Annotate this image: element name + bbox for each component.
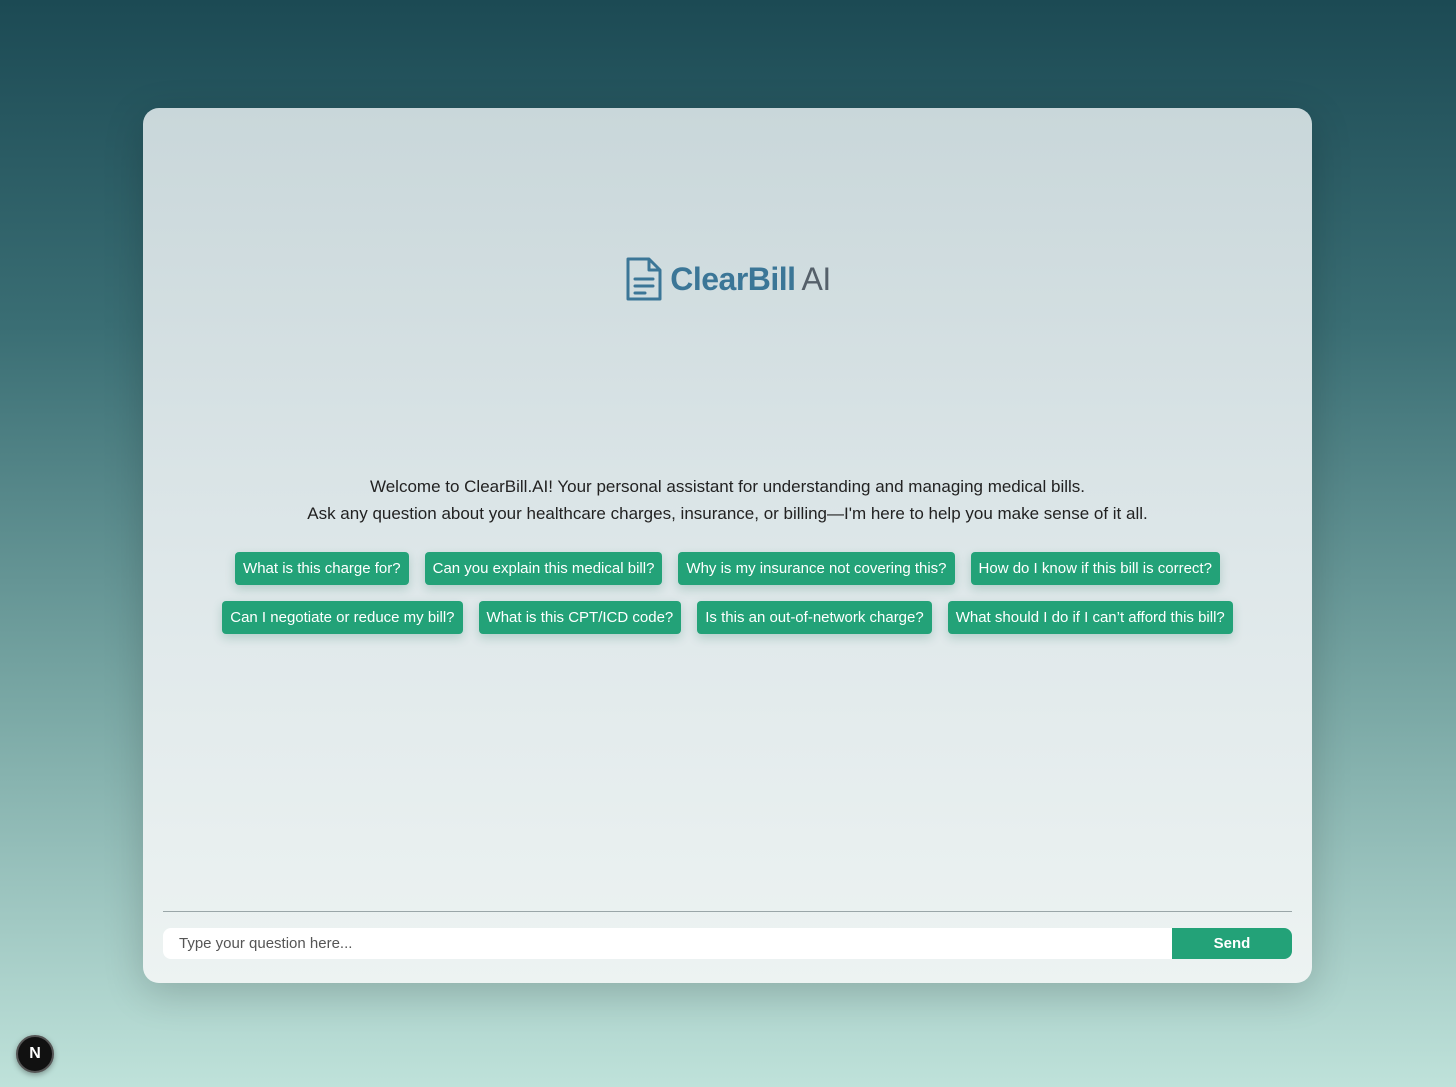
suggestion-chip[interactable]: Can you explain this medical bill? (424, 552, 663, 585)
welcome-line-2: Ask any question about your healthcare c… (307, 504, 1148, 523)
chat-card: ClearBill AI Welcome to ClearBill.AI! You… (143, 108, 1312, 983)
suggestion-chip[interactable]: What is this charge for? (235, 552, 409, 585)
welcome-line-1: Welcome to ClearBill.AI! Your personal a… (369, 477, 1086, 496)
suggestion-row-1: What is this charge for? Can you explain… (235, 552, 1220, 585)
suggestion-chip[interactable]: Can I negotiate or reduce my bill? (222, 601, 463, 634)
composer: Send (163, 928, 1292, 959)
suggestion-chip[interactable]: Is this an out-of-network charge? (697, 601, 932, 634)
welcome-message: Welcome to ClearBill.AI! Your personal a… (143, 473, 1312, 527)
brand-suffix: AI (801, 260, 832, 297)
suggestion-chip[interactable]: What should I do if I can’t afford this … (947, 601, 1233, 634)
document-icon (626, 257, 662, 301)
dev-tools-badge[interactable]: N (16, 1035, 54, 1073)
suggestion-chip[interactable]: How do I know if this bill is correct? (970, 552, 1220, 585)
suggestion-chip[interactable]: Why is my insurance not covering this? (678, 552, 955, 585)
suggestion-chip[interactable]: What is this CPT/ICD code? (478, 601, 682, 634)
brand-logo: ClearBill AI (143, 255, 1312, 303)
brand-name: ClearBill AI (670, 261, 831, 298)
send-button[interactable]: Send (1172, 928, 1292, 959)
suggestion-chips: What is this charge for? Can you explain… (183, 552, 1272, 634)
question-input[interactable] (163, 928, 1172, 959)
composer-divider (163, 911, 1292, 912)
suggestion-row-2: Can I negotiate or reduce my bill? What … (222, 601, 1233, 634)
brand-name-text: ClearBill (670, 260, 796, 297)
